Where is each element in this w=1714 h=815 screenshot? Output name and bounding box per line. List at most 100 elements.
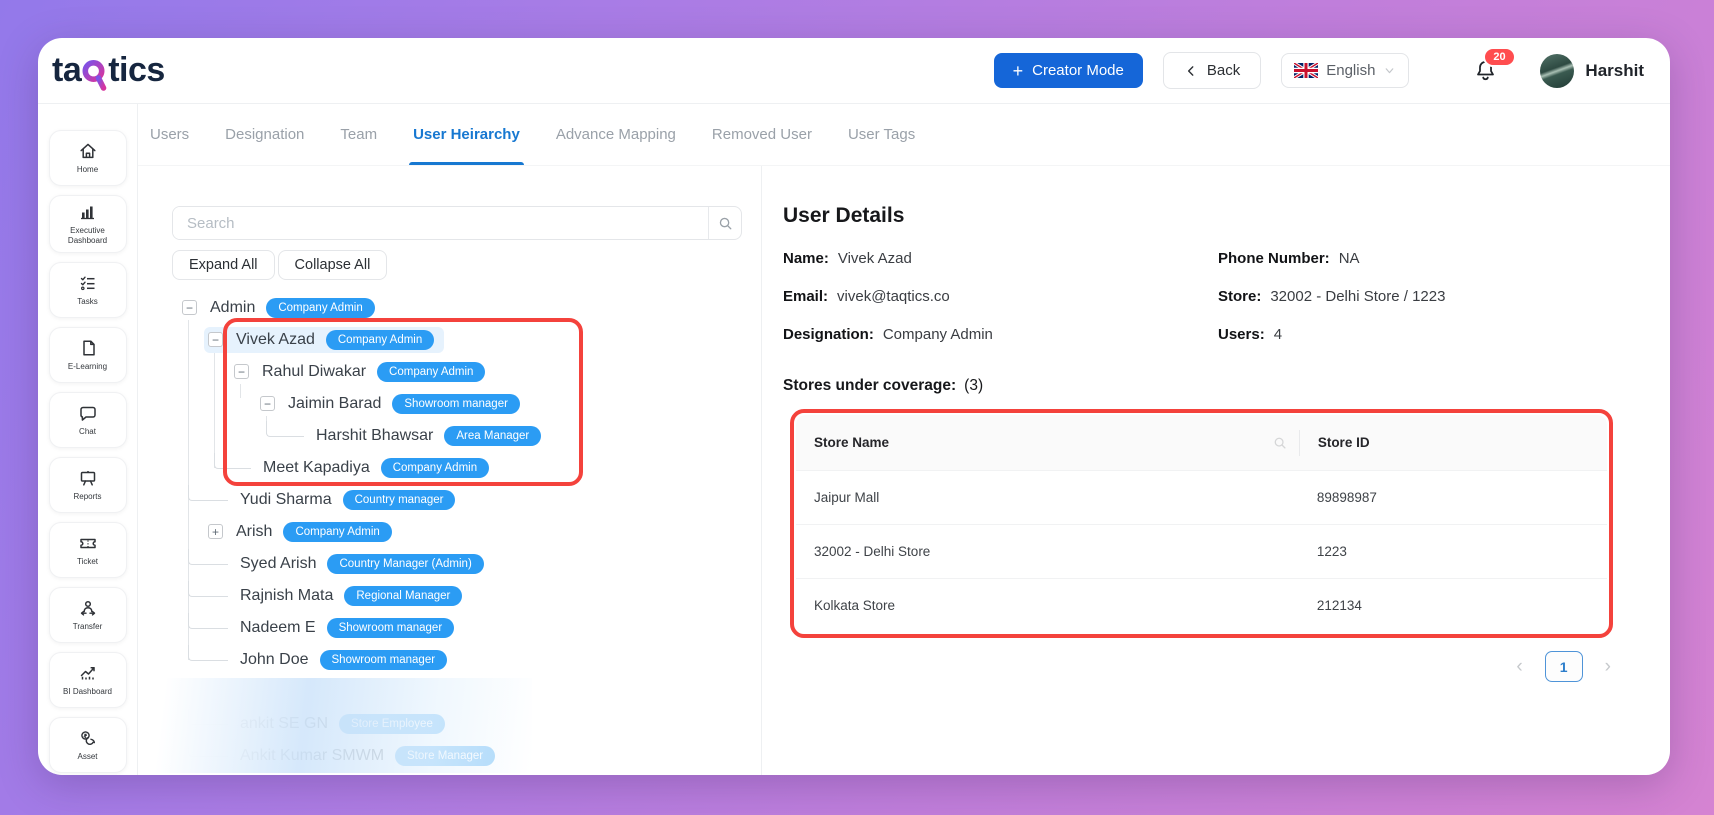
sidebar-label: Executive Dashboard (52, 226, 124, 246)
stores-table-header: Store Name Store ID (796, 415, 1607, 470)
user-hierarchy-tree: AdminCompany Admin Vivek AzadCompany Adm… (172, 292, 735, 772)
role-badge: Company Admin (283, 522, 391, 543)
tree-item-jaimin-barad[interactable]: Jaimin BaradShowroom manager (172, 388, 735, 420)
sidebar-label: Transfer (73, 622, 103, 632)
sidebar-label: Tasks (77, 297, 97, 307)
role-badge: Store Manager (395, 746, 495, 767)
tree-spacer (172, 676, 735, 708)
hierarchy-tree-panel: Expand All Collapse All AdminCompany Adm… (138, 166, 762, 775)
column-search-icon[interactable] (1273, 436, 1287, 450)
detail-field-email: Email:vivek@taqtics.co (783, 288, 1218, 305)
sidebar-item-asset[interactable]: Asset (49, 717, 127, 773)
sidebar-item-chat[interactable]: Chat (49, 392, 127, 448)
tree-item-harshit-bhawsar[interactable]: Harshit BhawsarArea Manager (172, 420, 735, 452)
expand-all-button[interactable]: Expand All (172, 250, 275, 280)
collapse-toggle-icon[interactable] (208, 332, 223, 347)
sidebar-item-ticket[interactable]: Ticket (49, 522, 127, 578)
tree-connector (266, 421, 304, 437)
creator-mode-label: Creator Mode (1032, 62, 1124, 79)
collapse-all-button[interactable]: Collapse All (278, 250, 388, 280)
top-header: ta tics + Creator Mode Back (38, 38, 1670, 104)
column-header-store-name: Store Name (814, 435, 889, 450)
role-badge: Country manager (343, 490, 456, 511)
notification-bell[interactable]: 20 (1473, 58, 1498, 84)
tab-removed-user[interactable]: Removed User (708, 104, 816, 165)
chat-bubble-icon (78, 403, 98, 423)
store-id-cell: 212134 (1299, 598, 1607, 613)
pagination-next-icon[interactable]: › (1603, 657, 1613, 676)
column-header-store-id: Store ID (1299, 430, 1607, 456)
tab-designation[interactable]: Designation (221, 104, 308, 165)
tree-item-meet-kapadiya[interactable]: Meet KapadiyaCompany Admin (172, 452, 735, 484)
role-badge: Regional Manager (344, 586, 462, 607)
collapse-toggle-icon[interactable] (182, 300, 197, 315)
user-name[interactable]: Harshit (1585, 61, 1644, 81)
language-selector[interactable]: English (1281, 53, 1409, 88)
tree-item-arish[interactable]: ArishCompany Admin (172, 516, 735, 548)
store-id-cell: 89898987 (1299, 490, 1607, 505)
tab-users[interactable]: Users (146, 104, 193, 165)
tree-item-yudi-sharma[interactable]: Yudi SharmaCountry manager (172, 484, 735, 516)
sidebar-label: Home (77, 165, 98, 175)
back-label: Back (1207, 62, 1240, 79)
sidebar-item-transfer[interactable]: Transfer (49, 587, 127, 643)
tab-bar: Users Designation Team User Heirarchy Ad… (138, 104, 1670, 166)
tree-item-john-doe[interactable]: John DoeShowroom manager (172, 644, 735, 676)
tree-item-rajnish-mata[interactable]: Rajnish MataRegional Manager (172, 580, 735, 612)
role-badge: Store Employee (339, 714, 445, 735)
uk-flag-icon (1294, 63, 1318, 78)
plus-icon: + (1013, 64, 1024, 78)
user-avatar[interactable] (1540, 54, 1574, 88)
presentation-board-icon (78, 468, 98, 488)
trend-chart-icon (78, 663, 98, 683)
pagination-page-1[interactable]: 1 (1545, 651, 1583, 682)
tab-team[interactable]: Team (336, 104, 381, 165)
tree-connector (188, 613, 228, 629)
app-window: ta tics + Creator Mode Back (38, 38, 1670, 775)
sidebar-item-home[interactable]: Home (49, 130, 127, 186)
role-badge: Company Admin (377, 362, 485, 383)
chevron-left-icon (1184, 64, 1198, 78)
tree-item-ankit-se-gn[interactable]: ankit SE GNStore Employee (172, 708, 735, 740)
tree-connector (214, 453, 251, 469)
stores-coverage-heading: Stores under coverage:(3) (783, 377, 1614, 395)
expand-toggle-icon[interactable] (208, 524, 223, 539)
language-label: English (1326, 62, 1375, 79)
sidebar-item-bi-dashboard[interactable]: BI Dashboard (49, 652, 127, 708)
tree-connector (188, 549, 228, 565)
sidebar-label: BI Dashboard (63, 687, 112, 697)
tab-advance-mapping[interactable]: Advance Mapping (552, 104, 680, 165)
sidebar-label: Reports (73, 492, 101, 502)
tree-item-vivek-azad[interactable]: Vivek AzadCompany Admin (172, 324, 735, 356)
search-input[interactable] (173, 207, 708, 239)
role-badge: Company Admin (381, 458, 489, 479)
creator-mode-button[interactable]: + Creator Mode (994, 53, 1143, 88)
sidebar-item-tasks[interactable]: Tasks (49, 262, 127, 318)
tree-item-rahul-diwakar[interactable]: Rahul DiwakarCompany Admin (172, 356, 735, 388)
store-id-cell: 1223 (1299, 544, 1607, 559)
magnifier-q-icon (82, 58, 107, 94)
search-button[interactable] (708, 207, 741, 239)
pagination: ‹ 1 › (783, 651, 1613, 682)
taqtics-logo: ta tics (52, 51, 165, 90)
sidebar-item-executive-dashboard[interactable]: Executive Dashboard (49, 195, 127, 253)
role-badge: Showroom manager (320, 650, 448, 671)
sidebar-item-reports[interactable]: Reports (49, 457, 127, 513)
store-name-cell: Kolkata Store (796, 598, 1299, 613)
tree-item-admin[interactable]: AdminCompany Admin (172, 292, 735, 324)
back-button[interactable]: Back (1163, 52, 1261, 89)
tab-user-heirarchy[interactable]: User Heirarchy (409, 104, 524, 165)
tab-user-tags[interactable]: User Tags (844, 104, 919, 165)
tree-item-syed-arish[interactable]: Syed ArishCountry Manager (Admin) (172, 548, 735, 580)
tree-item-nadeem-e[interactable]: Nadeem EShowroom manager (172, 612, 735, 644)
document-icon (78, 338, 98, 358)
detail-field-users: Users:4 (1218, 326, 1614, 343)
collapse-toggle-icon[interactable] (260, 396, 275, 411)
coins-icon (78, 728, 98, 748)
sidebar-label: Asset (77, 752, 97, 762)
tree-item-ankit-kumar-smwm[interactable]: Ankit Kumar SMWMStore Manager (172, 740, 735, 772)
collapse-toggle-icon[interactable] (234, 364, 249, 379)
sidebar-item-elearning[interactable]: E-Learning (49, 327, 127, 383)
role-badge: Company Admin (266, 298, 374, 319)
pagination-prev-icon[interactable]: ‹ (1514, 657, 1524, 676)
